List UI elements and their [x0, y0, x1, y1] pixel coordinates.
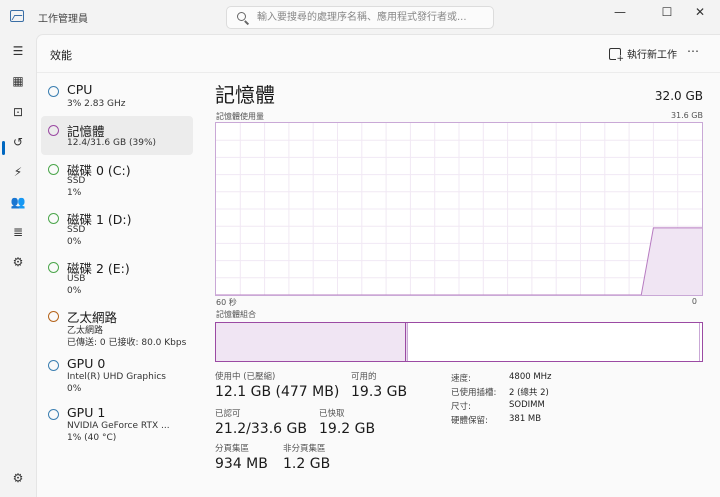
usage-graph-svg — [216, 123, 702, 295]
disk-dot-icon — [48, 262, 59, 273]
details-icon[interactable]: ≣ — [6, 220, 30, 244]
perf-item-detail: 0% — [67, 286, 82, 296]
perf-item-detail: 1% — [67, 188, 82, 198]
ethernet-dot-icon — [48, 311, 59, 322]
memory-usage-graph — [215, 122, 703, 296]
stat-label: 已快取 — [319, 409, 345, 419]
performance-icon[interactable]: ⊡ — [6, 100, 30, 124]
run-new-task-label: 執行新工作 — [627, 50, 677, 61]
gpu-dot-icon — [48, 360, 59, 371]
search-input[interactable] — [257, 7, 489, 28]
more-options-icon[interactable]: ⋯ — [687, 44, 699, 58]
perf-item-detail: 0% — [67, 384, 82, 394]
services-icon[interactable]: ⚙ — [6, 250, 30, 274]
stat-in-use: 使用中 (已壓縮) 12.1 GB (477 MB) — [215, 370, 339, 400]
perf-item-name: CPU — [67, 82, 93, 97]
search-icon — [237, 12, 246, 21]
stat-value: 19.3 GB — [351, 384, 408, 400]
prop-form-label: 尺寸: — [451, 402, 471, 412]
run-new-task-button[interactable]: 執行新工作 — [609, 46, 677, 64]
stat-label: 已認可 — [215, 409, 241, 419]
perf-item-name: GPU 1 — [67, 405, 106, 420]
app-history-icon[interactable]: ↺ — [6, 130, 30, 154]
perf-item-detail: 1% (40 °C) — [67, 433, 117, 443]
stat-value: 934 MB — [215, 456, 268, 472]
page-title: 效能 — [50, 49, 72, 62]
graph-axis-left: 60 秒 — [216, 298, 237, 307]
perf-item-detail: SSD — [67, 225, 86, 235]
window-title: 工作管理員 — [38, 14, 88, 25]
prop-reserved-value: 381 MB — [509, 414, 542, 424]
stat-committed: 已認可 21.2/33.6 GB — [215, 407, 307, 437]
nav-rail: ☰ ▦ ⊡ ↺ ⚡ 👥 ≣ ⚙ ⚙ — [0, 34, 36, 497]
stat-value: 21.2/33.6 GB — [215, 421, 307, 437]
perf-item-detail: SSD — [67, 176, 86, 186]
minimize-button[interactable]: — — [600, 0, 640, 24]
memory-title: 記憶體 — [215, 83, 275, 107]
memory-total: 32.0 GB — [654, 89, 703, 103]
stat-label: 非分頁集區 — [283, 444, 326, 454]
task-manager-icon — [10, 10, 24, 22]
cpu-dot-icon — [48, 86, 59, 97]
stat-available: 可用的 19.3 GB — [351, 370, 407, 400]
run-task-icon — [609, 47, 624, 64]
stat-value: 12.1 GB (477 MB) — [215, 384, 340, 400]
perf-item-name: GPU 0 — [67, 356, 106, 371]
perf-item-detail: 12.4/31.6 GB (39%) — [67, 138, 157, 148]
perf-item-detail: 已傳送: 0 已接收: 80.0 Kbps — [67, 338, 187, 348]
page-header: 效能 執行新工作 ⋯ — [37, 35, 720, 73]
stat-label: 使用中 (已壓縮) — [215, 372, 276, 382]
gpu-dot-icon — [48, 409, 59, 420]
startup-icon[interactable]: ⚡ — [6, 160, 30, 184]
composition-label: 記憶體組合 — [216, 310, 256, 319]
perf-item-gpu-0[interactable]: GPU 0 Intel(R) UHD Graphics 0% — [41, 351, 193, 400]
stat-label: 可用的 — [351, 372, 377, 382]
stat-cached: 已快取 19.2 GB — [319, 407, 375, 437]
perf-item-gpu-1[interactable]: GPU 1 NVIDIA GeForce RTX ... 1% (40 °C) — [41, 400, 193, 449]
prop-speed-value: 4800 MHz — [509, 372, 552, 382]
composition-standby — [408, 323, 700, 361]
hamburger-icon[interactable]: ☰ — [6, 39, 30, 63]
perf-item-detail: 3% 2.83 GHz — [67, 99, 126, 109]
composition-in-use — [216, 323, 406, 361]
title-bar: 工作管理員 — ☐ ✕ — [0, 0, 720, 34]
memory-composition-bar — [215, 322, 703, 362]
perf-item-memory[interactable]: 記憶體 12.4/31.6 GB (39%) — [41, 116, 193, 155]
graph-axis-right: 0 — [691, 297, 697, 306]
content-area: 效能 執行新工作 ⋯ CPU 3% 2.83 GHz 記憶體 12.4/31.6… — [36, 34, 720, 497]
prop-reserved-label: 硬體保留: — [451, 416, 488, 426]
perf-item-ethernet[interactable]: 乙太網路 乙太網路 已傳送: 0 已接收: 80.0 Kbps — [41, 302, 193, 351]
perf-item-detail: NVIDIA GeForce RTX ... — [67, 421, 170, 431]
usage-graph-label: 記憶體使用量 — [216, 112, 264, 121]
usage-graph-max: 31.6 GB — [670, 111, 703, 120]
prop-speed-label: 速度: — [451, 374, 471, 384]
memory-dot-icon — [48, 125, 59, 136]
users-icon[interactable]: 👥 — [6, 190, 30, 214]
settings-icon[interactable]: ⚙ — [6, 466, 30, 490]
perf-item-detail: Intel(R) UHD Graphics — [67, 372, 166, 382]
stat-nonpaged-pool: 非分頁集區 1.2 GB — [283, 442, 330, 472]
stat-value: 19.2 GB — [319, 421, 376, 437]
perf-item-disk-0[interactable]: 磁碟 0 (C:) SSD 1% — [41, 155, 193, 204]
perf-item-disk-2[interactable]: 磁碟 2 (E:) USB 0% — [41, 253, 193, 302]
nav-active-indicator — [2, 141, 5, 155]
disk-dot-icon — [48, 164, 59, 175]
stat-value: 1.2 GB — [283, 456, 331, 472]
prop-slots-value: 2 (總共 2) — [509, 388, 549, 398]
performance-list: CPU 3% 2.83 GHz 記憶體 12.4/31.6 GB (39%) 磁… — [41, 77, 193, 449]
perf-item-disk-1[interactable]: 磁碟 1 (D:) SSD 0% — [41, 204, 193, 253]
search-box[interactable] — [226, 6, 494, 29]
stat-paged-pool: 分頁集區 934 MB — [215, 442, 268, 472]
disk-dot-icon — [48, 213, 59, 224]
perf-item-detail: 0% — [67, 237, 82, 247]
perf-item-detail: USB — [67, 274, 86, 284]
processes-icon[interactable]: ▦ — [6, 69, 30, 93]
prop-slots-label: 已使用插槽: — [451, 388, 497, 398]
stat-label: 分頁集區 — [215, 444, 250, 454]
prop-form-value: SODIMM — [509, 400, 545, 410]
close-button[interactable]: ✕ — [680, 0, 720, 24]
